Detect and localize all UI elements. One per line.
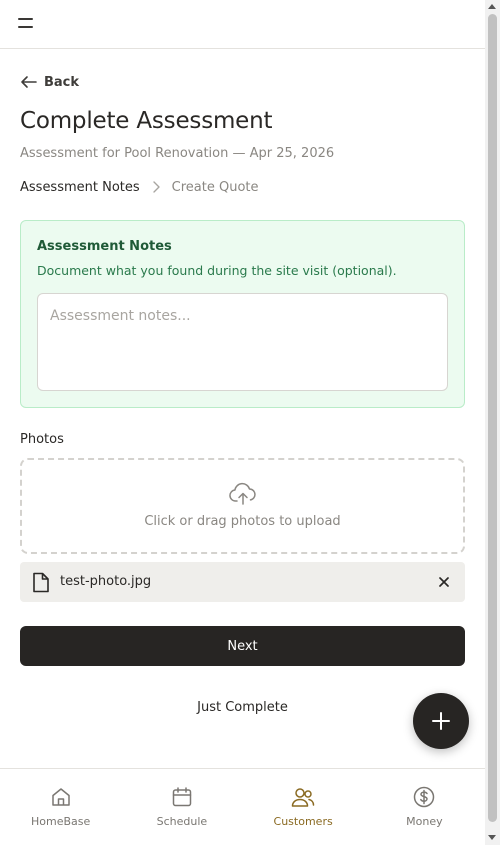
notes-card-title: Assessment Notes (37, 239, 172, 254)
step-assessment-notes: Assessment Notes (20, 179, 140, 195)
next-button[interactable]: Next (20, 626, 465, 666)
vertical-scrollbar[interactable] (485, 0, 500, 845)
nav-item-money[interactable]: Money (364, 769, 485, 845)
users-icon (291, 788, 315, 807)
chevron-right-icon (152, 181, 160, 193)
page-title: Complete Assessment (20, 108, 273, 134)
add-fab-button[interactable] (413, 693, 469, 749)
scroll-up-arrow-icon[interactable] (488, 4, 496, 9)
nav-label-schedule: Schedule (156, 815, 208, 828)
file-name: test-photo.jpg (60, 574, 152, 589)
page-subtitle: Assessment for Pool Renovation — Apr 25,… (20, 146, 335, 161)
back-label: Back (44, 74, 80, 90)
assessment-notes-card: Assessment Notes Document what you found… (20, 220, 465, 408)
nav-item-customers[interactable]: Customers (243, 769, 364, 845)
step-breadcrumb: Assessment Notes Create Quote (20, 178, 259, 196)
menu-icon[interactable] (14, 14, 38, 34)
nav-label-homebase: HomeBase (30, 815, 91, 828)
just-complete-button[interactable]: Just Complete (20, 700, 465, 715)
step-create-quote: Create Quote (171, 179, 259, 195)
arrow-left-icon (21, 76, 37, 88)
scrollbar-thumb[interactable] (488, 14, 497, 822)
photos-label: Photos (20, 432, 64, 447)
back-button[interactable]: Back (20, 72, 79, 92)
app-viewport: Back Complete Assessment Assessment for … (0, 0, 485, 845)
nav-item-homebase[interactable]: HomeBase (0, 769, 121, 845)
close-icon (439, 577, 449, 587)
dollar-icon (414, 786, 435, 808)
file-icon (33, 572, 49, 593)
scroll-down-arrow-icon[interactable] (488, 835, 496, 840)
home-icon (51, 788, 70, 806)
plus-icon (432, 712, 450, 730)
photo-upload-dropzone[interactable]: Click or drag photos to upload (20, 458, 465, 554)
upload-instructions: Click or drag photos to upload (144, 514, 341, 529)
nav-label-customers: Customers (273, 815, 333, 828)
calendar-icon (172, 787, 192, 807)
cloud-upload-icon (229, 482, 256, 505)
remove-file-button[interactable] (435, 573, 453, 591)
top-bar (0, 0, 485, 49)
notes-card-description: Document what you found during the site … (37, 263, 397, 278)
nav-item-schedule[interactable]: Schedule (121, 769, 242, 845)
uploaded-file-item: test-photo.jpg (20, 562, 465, 602)
assessment-notes-input[interactable] (37, 293, 448, 391)
bottom-navigation: HomeBase Schedule Customers Money (0, 768, 485, 845)
nav-label-money: Money (406, 815, 443, 828)
